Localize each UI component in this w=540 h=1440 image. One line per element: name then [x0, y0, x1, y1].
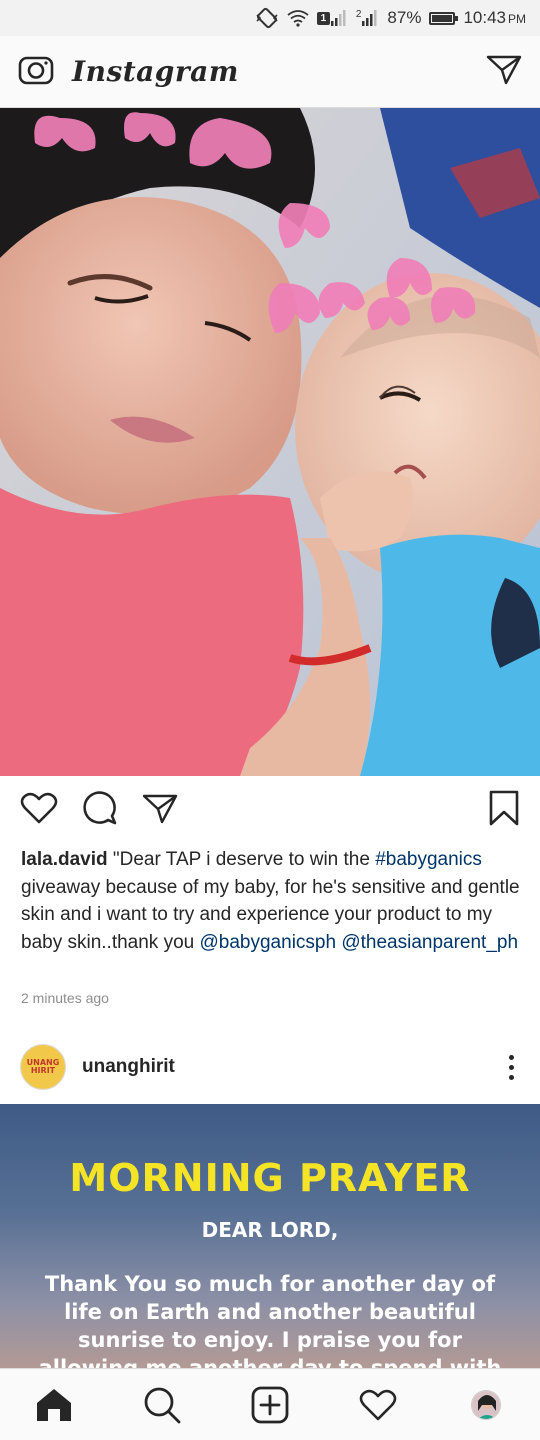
comment-icon[interactable]	[82, 790, 118, 831]
post2-image-subtitle: DEAR LORD,	[201, 1218, 339, 1242]
bottom-nav	[0, 1368, 540, 1440]
post2-avatar-text: UNANG HIRIT	[26, 1058, 60, 1075]
profile-avatar[interactable]	[456, 1375, 516, 1435]
activity-heart-icon[interactable]	[348, 1375, 408, 1435]
post2-photo[interactable]: MORNING PRAYER DEAR LORD, Thank You so m…	[0, 1104, 540, 1368]
post-photo[interactable]	[0, 108, 540, 776]
direct-message-icon[interactable]	[486, 53, 522, 90]
post-photo-illustration	[0, 108, 540, 776]
camera-icon[interactable]	[18, 53, 54, 90]
post2-image-body: Thank You so much for another day of lif…	[38, 1272, 502, 1368]
instagram-logo[interactable]: Instagram	[72, 55, 239, 88]
caption-username[interactable]: lala.david	[21, 849, 108, 870]
clock-ampm: PM	[508, 12, 526, 26]
battery-percent: 87%	[387, 8, 422, 27]
signal-sim1-icon: 1	[316, 9, 348, 27]
post2-avatar[interactable]: UNANG HIRIT	[20, 1044, 66, 1090]
search-icon[interactable]	[132, 1375, 192, 1435]
app-header: Instagram	[0, 36, 540, 108]
add-post-icon[interactable]	[240, 1375, 300, 1435]
home-icon[interactable]	[24, 1375, 84, 1435]
sim1-badge: 1	[316, 11, 330, 25]
heart-icon[interactable]	[20, 791, 58, 830]
clock: 10:43 PM	[463, 8, 526, 28]
post2-header: UNANG HIRIT unanghirit	[0, 1030, 540, 1104]
vibrate-icon	[255, 7, 279, 29]
post2-username[interactable]: unanghirit	[82, 1056, 175, 1078]
caption-text-1: "Dear TAP i deserve to win the	[107, 849, 376, 870]
wifi-icon	[287, 9, 309, 27]
profile-thumb-image	[471, 1389, 501, 1420]
caption-mention-2[interactable]: @theasianparent_ph	[341, 932, 518, 953]
post-timestamp: 2 minutes ago	[21, 990, 109, 1006]
post-caption: lala.david "Dear TAP i deserve to win th…	[21, 846, 521, 956]
more-options-icon[interactable]	[503, 1049, 520, 1086]
caption-hashtag[interactable]: #babyganics	[375, 849, 482, 870]
battery-icon	[429, 11, 459, 25]
battery-fill	[432, 14, 452, 22]
clock-time: 10:43	[463, 8, 506, 27]
post-action-row	[0, 776, 540, 844]
share-icon[interactable]	[142, 792, 178, 829]
status-bar: 1 2 87% 10:43 PM	[0, 0, 540, 36]
post2-image-title: MORNING PRAYER	[69, 1156, 471, 1200]
bookmark-icon[interactable]	[488, 790, 520, 831]
caption-mention-1[interactable]: @babyganicsph	[200, 932, 337, 953]
signal-sim2-icon: 2	[356, 9, 380, 27]
